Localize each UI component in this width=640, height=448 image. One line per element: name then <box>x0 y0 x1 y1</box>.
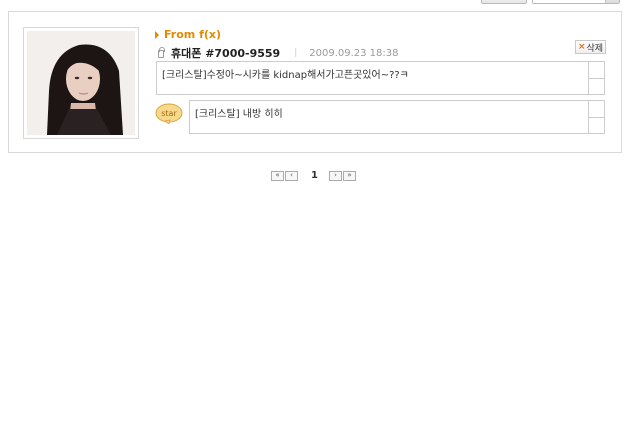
star-badge-label: star <box>161 109 177 118</box>
entry-datetime: 2009.09.23 18:38 <box>309 47 399 59</box>
reply-scrollbar[interactable] <box>588 101 604 134</box>
pagination: « ‹ 1 › » <box>271 170 356 181</box>
arrow-right-icon <box>155 30 159 39</box>
meta-divider: | <box>294 48 298 58</box>
sender-name: From f(x) <box>164 28 222 41</box>
guestbook-entry: From f(x) 휴대폰 #7000-9559 | 2009.09.23 18… <box>8 11 622 153</box>
next-page-button[interactable]: › <box>328 170 342 181</box>
current-page[interactable]: 1 <box>311 170 318 181</box>
message-scrollbar[interactable] <box>588 62 604 95</box>
top-cut-select[interactable] <box>532 0 620 4</box>
close-icon: × <box>577 42 586 52</box>
first-page-button[interactable]: « <box>271 170 284 181</box>
lock-icon <box>158 47 165 58</box>
star-badge-icon: star <box>155 103 183 125</box>
last-page-button[interactable]: » <box>342 170 356 181</box>
reply-text: [크리스탈] 내방 히히 <box>195 109 283 120</box>
sender-phone: 휴대폰 #7000-9559 <box>171 47 281 60</box>
profile-photo <box>27 31 135 135</box>
profile-photo-frame <box>23 27 139 139</box>
message-text: [크리스탈]수정아~시카를 kidnap해서가고픈곳있어~??ㅋ <box>162 70 409 81</box>
delete-button[interactable]: × 삭제 <box>575 40 606 54</box>
sender-label: From f(x) <box>155 28 221 41</box>
message-box: [크리스탈]수정아~시카를 kidnap해서가고픈곳있어~??ㅋ <box>156 61 605 95</box>
entry-meta: 휴대폰 #7000-9559 | 2009.09.23 18:38 <box>158 45 399 61</box>
top-cut-button[interactable] <box>481 0 527 4</box>
reply-box: [크리스탈] 내방 히히 <box>189 100 605 134</box>
delete-label: 삭제 <box>586 43 604 54</box>
prev-page-button[interactable]: ‹ <box>285 170 298 181</box>
